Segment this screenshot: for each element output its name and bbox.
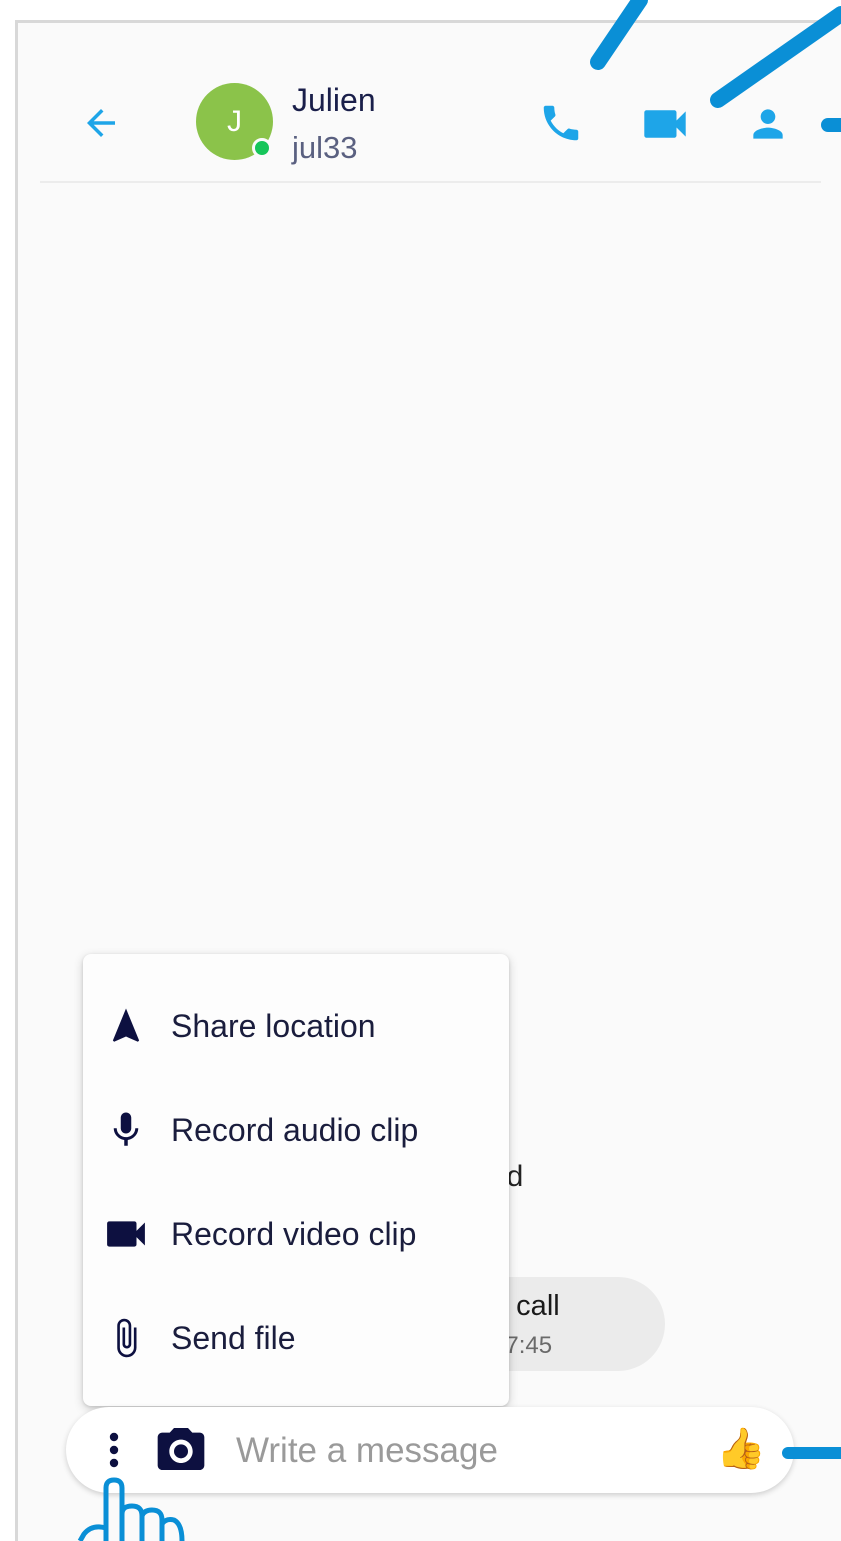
- menu-item-record-audio[interactable]: Record audio clip: [83, 1078, 509, 1182]
- message-input[interactable]: [236, 1423, 696, 1479]
- presence-online-indicator: [252, 138, 272, 158]
- menu-item-share-location[interactable]: Share location: [83, 974, 509, 1078]
- conversation-toolbar: J Julien jul33: [40, 50, 821, 183]
- more-vert-icon[interactable]: [100, 1430, 128, 1470]
- paperclip-icon: [117, 1318, 137, 1358]
- videocam-icon[interactable]: [642, 106, 688, 142]
- microphone-icon: [113, 1112, 139, 1146]
- thumbs-up-icon[interactable]: 👍: [716, 1424, 766, 1474]
- menu-item-label: Record audio clip: [171, 1111, 419, 1148]
- phone-icon[interactable]: [538, 100, 584, 146]
- menu-item-label: Share location: [171, 1007, 376, 1044]
- camera-icon[interactable]: [156, 1428, 206, 1470]
- contact-username: jul33: [292, 130, 358, 165]
- menu-item-label: Send file: [171, 1319, 296, 1356]
- menu-item-label: Record video clip: [171, 1215, 417, 1252]
- contact-name[interactable]: Julien: [292, 82, 376, 119]
- navigation-arrow-icon: [112, 1008, 140, 1042]
- attachment-menu: Share location Record audio clip Record …: [83, 954, 509, 1406]
- avatar-initial: J: [227, 104, 242, 138]
- person-icon[interactable]: [746, 102, 790, 146]
- menu-item-send-file[interactable]: Send file: [83, 1286, 509, 1390]
- menu-item-record-video[interactable]: Record video clip: [83, 1182, 509, 1286]
- back-arrow-icon[interactable]: [80, 102, 122, 144]
- videocam-icon: [107, 1221, 145, 1247]
